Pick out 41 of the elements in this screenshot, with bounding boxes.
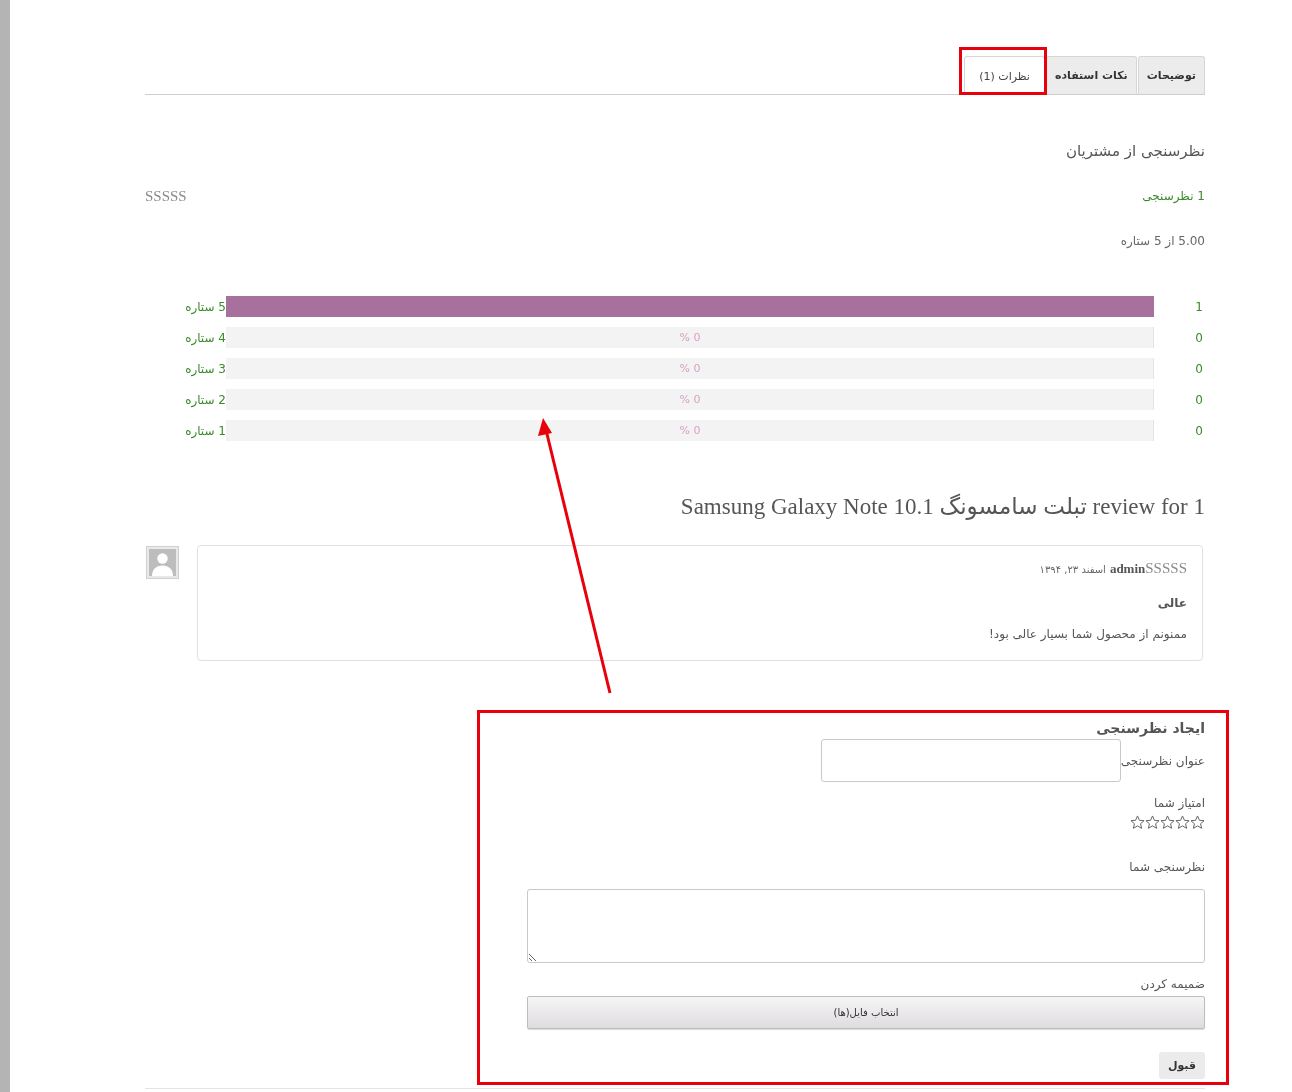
field-label: امتیاز شما bbox=[1153, 795, 1205, 812]
comment-date: اسفند ۲۳, ۱۳۹۴ bbox=[1039, 563, 1106, 577]
star-icon[interactable] bbox=[1130, 815, 1145, 830]
bar-label: 1 ستاره bbox=[184, 422, 226, 440]
bar-count: 0 bbox=[1194, 329, 1204, 347]
star-icon[interactable] bbox=[1190, 815, 1205, 830]
bar-percent: 0 % bbox=[679, 392, 701, 407]
bar-count: 0 bbox=[1194, 422, 1204, 440]
choose-files-button[interactable]: انتخاب فایل(ها) bbox=[527, 996, 1205, 1029]
review-count: 1 نظرسنجی bbox=[1142, 188, 1205, 205]
bar-count: 0 bbox=[1194, 360, 1204, 378]
comment-title: عالی bbox=[1156, 595, 1187, 612]
bar-percent: 0 % bbox=[679, 423, 701, 438]
bar-label: 3 ستاره bbox=[184, 360, 226, 378]
bar-count: 0 bbox=[1194, 391, 1204, 409]
star-icon[interactable] bbox=[1175, 815, 1190, 830]
tab[interactable]: توضیحات bbox=[1137, 56, 1205, 94]
field-label: عنوان نظرسنجی bbox=[1120, 752, 1205, 770]
bar-count: 1 bbox=[1194, 298, 1204, 316]
bar-percent: 0 % bbox=[679, 361, 701, 376]
avatar-icon bbox=[146, 546, 179, 579]
form-title: ایجاد نظرسنجی bbox=[1095, 719, 1205, 738]
field-label: ضمیمه کردن bbox=[1139, 976, 1205, 993]
bar-percent: 0 % bbox=[679, 330, 701, 345]
reviews-title: 1 review for تبلت سامسونگ Samsung Galaxy Note 10.1 bbox=[679, 493, 1205, 521]
star-icon[interactable] bbox=[1145, 815, 1160, 830]
input-field[interactable] bbox=[820, 739, 1121, 782]
tab[interactable]: نظرات (1) bbox=[964, 56, 1045, 95]
submit-button[interactable]: قبول bbox=[1159, 1052, 1205, 1079]
comment-author: admin bbox=[1109, 560, 1146, 578]
star-rating-text: SSSSS bbox=[1145, 559, 1187, 577]
bar-label: 4 ستاره bbox=[184, 329, 226, 347]
average-rating: 5.00 از 5 ستاره bbox=[1119, 233, 1205, 250]
comment-text: ممنونم از محصول شما بسیار عالی بود! bbox=[988, 626, 1187, 643]
bar-label: 2 ستاره bbox=[184, 391, 226, 409]
tab[interactable]: نکات استفاده bbox=[1045, 56, 1137, 94]
star-rating-text: SSSSS bbox=[145, 187, 187, 205]
star-icon[interactable] bbox=[1160, 815, 1175, 830]
section-title: نظرسنجی از مشتریان bbox=[1065, 141, 1205, 161]
bar-label: 5 ستاره bbox=[184, 298, 226, 316]
field-label: نظرسنجی شما bbox=[1128, 859, 1205, 876]
